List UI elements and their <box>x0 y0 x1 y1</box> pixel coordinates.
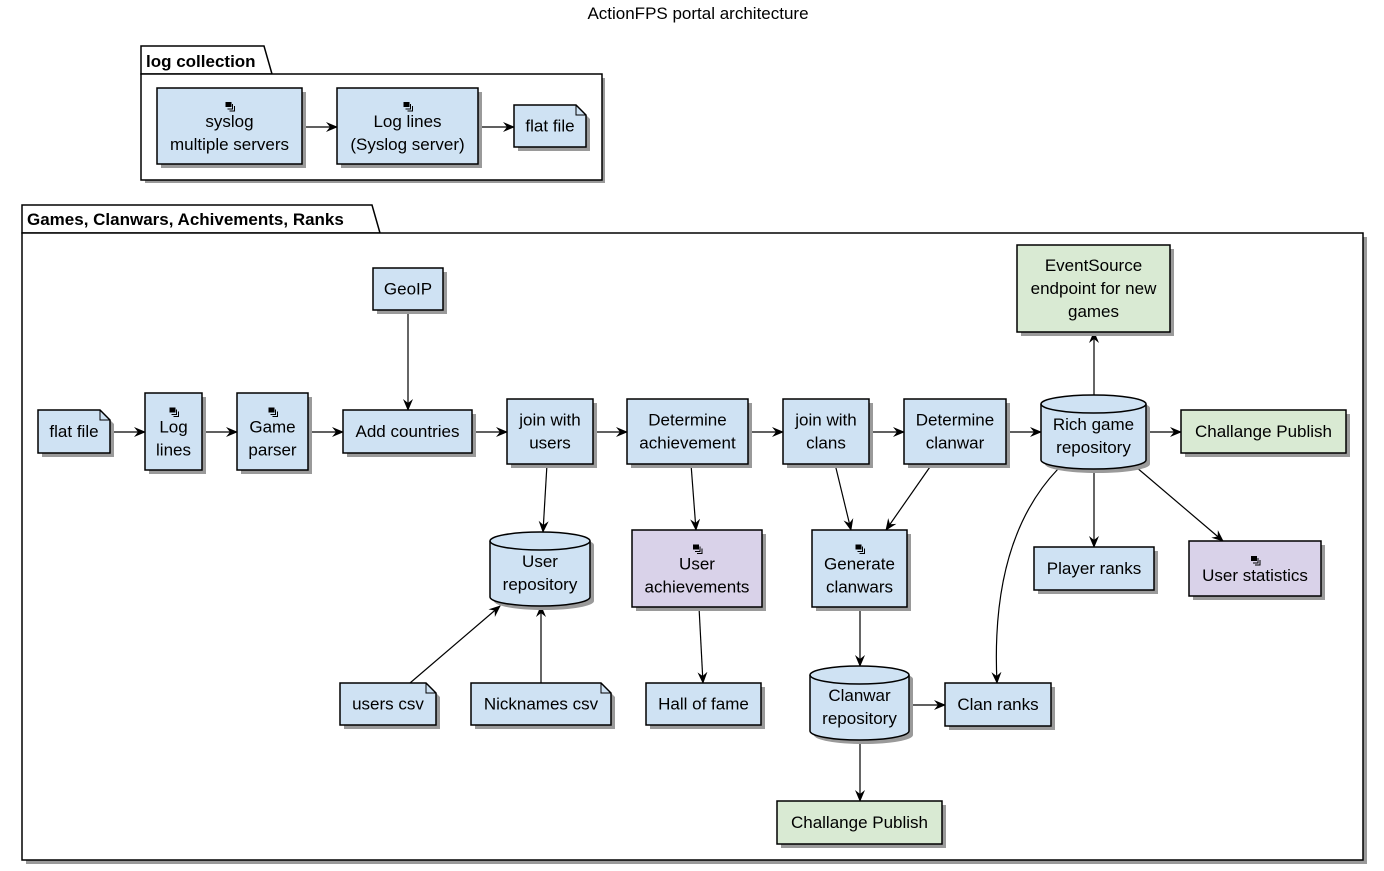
node-label: games <box>1068 302 1119 321</box>
node-nickcsv: Nicknames csv <box>470 682 615 729</box>
node-gameparser: Game parser <box>236 392 312 474</box>
node-clanranks: Clan ranks <box>944 682 1055 730</box>
node-label: Clan ranks <box>957 695 1038 714</box>
node-label: Generate <box>824 555 895 574</box>
node-label: users csv <box>352 695 424 714</box>
node-label: Log lines <box>373 112 441 131</box>
node-box <box>626 398 749 465</box>
node-richrepo: Rich game repository <box>1040 394 1150 473</box>
package-label: Games, Clanwars, Achivements, Ranks <box>27 210 344 229</box>
node-label: Log <box>159 418 187 437</box>
node-label: parser <box>248 441 297 460</box>
node-halloffame: Hall of fame <box>645 682 765 729</box>
node-playerranks: Player ranks <box>1033 546 1158 594</box>
node-label: Challange Publish <box>1195 422 1332 441</box>
node-label: User statistics <box>1202 566 1308 585</box>
package-label: log collection <box>146 52 256 71</box>
node-userach: User achievements <box>631 529 766 611</box>
node-label: Rich game <box>1053 415 1134 434</box>
node-label: Challange Publish <box>791 813 928 832</box>
node-userstats: User statistics <box>1188 540 1325 600</box>
node-challange1: Challange Publish <box>1180 409 1350 457</box>
node-label: repository <box>503 575 578 594</box>
node-label: Determine <box>916 411 994 430</box>
node-loglines-syslog: Log lines (Syslog server) <box>336 87 482 168</box>
node-flatfile1: flat file <box>513 104 590 151</box>
node-label: (Syslog server) <box>350 135 464 154</box>
node-label: flat file <box>525 117 574 136</box>
node-loglines: Log lines <box>144 392 206 474</box>
node-label: Hall of fame <box>658 695 749 714</box>
node-box <box>903 398 1007 465</box>
node-label: join with <box>794 411 856 430</box>
node-geoip: GeoIP <box>372 267 447 314</box>
node-userscsv: users csv <box>339 682 440 729</box>
node-label: clans <box>806 434 846 453</box>
node-label: syslog <box>205 112 253 131</box>
node-box <box>782 398 870 465</box>
node-label: multiple servers <box>170 135 289 154</box>
node-label: GeoIP <box>384 280 432 299</box>
node-label: Clanwar <box>828 686 891 705</box>
node-label: EventSource <box>1045 256 1142 275</box>
node-syslog: syslog multiple servers <box>156 87 306 168</box>
node-label: repository <box>1056 438 1131 457</box>
node-box <box>506 398 594 465</box>
node-label: Add countries <box>356 422 460 441</box>
node-label: achievements <box>645 578 750 597</box>
node-label: users <box>529 434 571 453</box>
node-addcountries: Add countries <box>342 409 476 457</box>
node-flatfile2: flat file <box>37 409 114 457</box>
node-label: flat file <box>49 422 98 441</box>
architecture-diagram: ActionFPS portal architecture log collec… <box>21 4 1367 864</box>
node-label: Determine <box>648 411 726 430</box>
node-label: clanwar <box>926 434 985 453</box>
node-label: User <box>679 555 715 574</box>
node-eventsource: EventSource endpoint for new games <box>1016 244 1174 336</box>
node-determineach: Determine achievement <box>626 398 752 468</box>
node-determinecw: Determine clanwar <box>903 398 1010 468</box>
node-label: achievement <box>639 434 736 453</box>
node-label: Game <box>249 418 295 437</box>
node-challange2: Challange Publish <box>776 800 946 848</box>
node-label: lines <box>156 441 191 460</box>
node-joinclans: join with clans <box>782 398 873 468</box>
node-gencw: Generate clanwars <box>811 529 911 611</box>
node-label: User <box>522 552 558 571</box>
node-joinusers: join with users <box>506 398 597 468</box>
node-label: endpoint for new <box>1031 279 1157 298</box>
node-cwrepo: Clanwar repository <box>809 665 913 744</box>
node-label: join with <box>518 411 580 430</box>
node-label: repository <box>822 709 897 728</box>
diagram-title: ActionFPS portal architecture <box>587 4 808 23</box>
node-label: Player ranks <box>1047 559 1141 578</box>
node-userrepo: User repository <box>489 531 594 610</box>
node-label: Nicknames csv <box>484 695 599 714</box>
node-label: clanwars <box>826 578 893 597</box>
